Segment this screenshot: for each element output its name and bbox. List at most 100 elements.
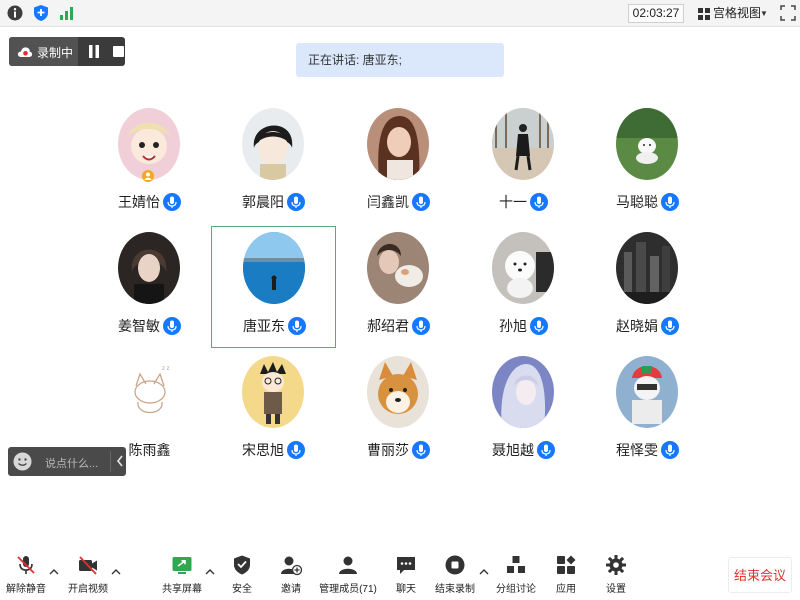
- participant-name-row: 曹丽莎: [336, 440, 461, 460]
- apps-label: 应用: [556, 584, 576, 595]
- gear-icon: [606, 555, 626, 575]
- chevron-left-icon[interactable]: [116, 455, 124, 467]
- participant-name: 陈雨鑫: [128, 442, 171, 458]
- chat-button[interactable]: 聊天: [386, 554, 426, 598]
- participant-tile[interactable]: 孙旭: [461, 230, 586, 352]
- chat-icon: [397, 557, 415, 574]
- avatar: [492, 232, 554, 304]
- mic-icon: [412, 193, 430, 211]
- manage-members-label: 管理成员(71): [319, 584, 377, 595]
- mic-icon: [661, 317, 679, 335]
- invite-button[interactable]: 邀请: [271, 554, 311, 598]
- cloud-record-icon: [17, 47, 33, 57]
- add-user-icon: [281, 556, 302, 576]
- breakout-icon: [507, 556, 525, 573]
- divider: [110, 451, 111, 472]
- chat-quick-input[interactable]: 说点什么...: [8, 447, 126, 476]
- end-meeting-button[interactable]: 结束会议: [728, 557, 792, 593]
- settings-label: 设置: [606, 584, 626, 595]
- share-screen-button[interactable]: 共享屏幕: [160, 554, 204, 598]
- security-button[interactable]: 安全: [222, 554, 262, 598]
- avatar: [367, 108, 429, 180]
- participant-name-row: 郭晨阳: [211, 192, 336, 212]
- mic-icon: [412, 317, 430, 335]
- avatar: [118, 232, 180, 304]
- mic-icon: [287, 441, 305, 459]
- participant-name: 郝绍君: [367, 318, 409, 334]
- participant-tile[interactable]: 赵晓娟: [585, 230, 710, 352]
- recording-status[interactable]: 录制中: [9, 37, 78, 66]
- participant-name-row: 闫鑫凯: [336, 192, 461, 212]
- pause-icon[interactable]: [88, 45, 100, 58]
- breakout-label: 分组讨论: [496, 584, 536, 595]
- avatar: [492, 356, 554, 428]
- chevron-down-icon: ▼: [760, 9, 768, 18]
- participant-name: 赵晓娟: [616, 318, 658, 334]
- stop-record-icon: [445, 555, 465, 575]
- apps-button[interactable]: 应用: [546, 554, 586, 598]
- share-screen-icon: [172, 557, 192, 574]
- participant-name: 姜智敏: [118, 318, 160, 334]
- participant-tile[interactable]: 姜智敏: [87, 230, 212, 352]
- chevron-up-icon[interactable]: [111, 568, 121, 576]
- participant-tile[interactable]: 马聪聪: [585, 106, 710, 228]
- participant-tile[interactable]: 聂旭越: [461, 354, 586, 476]
- participant-tile[interactable]: 郭晨阳: [211, 106, 336, 228]
- view-mode-dropdown[interactable]: 宫格视图 ▼: [693, 4, 773, 23]
- shield-icon[interactable]: [32, 4, 50, 22]
- invite-label: 邀请: [281, 584, 301, 595]
- participant-name-row: 姜智敏: [87, 316, 212, 336]
- participant-tile[interactable]: 闫鑫凯: [336, 106, 461, 228]
- meeting-timer: 02:03:27: [628, 4, 684, 23]
- chevron-up-icon[interactable]: [49, 568, 59, 576]
- apps-icon: [557, 555, 576, 574]
- participant-name: 聂旭越: [492, 442, 534, 458]
- participant-name: 郭晨阳: [242, 194, 284, 210]
- shield-icon: [234, 555, 250, 575]
- participant-tile[interactable]: 十一: [461, 106, 586, 228]
- breakout-rooms-button[interactable]: 分组讨论: [494, 554, 538, 598]
- participant-tile[interactable]: 程怿雯: [585, 354, 710, 476]
- avatar: [492, 108, 554, 180]
- mic-muted-icon: [17, 556, 35, 574]
- host-badge-icon: [142, 170, 154, 182]
- participant-name-row: 十一: [461, 192, 586, 212]
- participant-name-row: 唐亚东: [212, 316, 337, 336]
- participant-tile[interactable]: 郝绍君: [336, 230, 461, 352]
- participant-name-row: 聂旭越: [461, 440, 586, 460]
- participant-name-row: 宋思旭: [211, 440, 336, 460]
- avatar: [616, 108, 678, 180]
- manage-members-button[interactable]: 管理成员(71): [318, 554, 378, 598]
- svg-text:z z: z z: [162, 366, 170, 372]
- start-video-button[interactable]: 开启视频: [66, 554, 110, 598]
- grid-icon: [698, 8, 710, 20]
- chat-placeholder[interactable]: 说点什么...: [45, 455, 98, 471]
- chevron-up-icon[interactable]: [205, 568, 215, 576]
- info-icon[interactable]: [6, 4, 24, 22]
- participant-tile-active-speaker[interactable]: 唐亚东: [211, 226, 336, 348]
- stop-icon[interactable]: [113, 46, 124, 57]
- mic-icon: [163, 193, 181, 211]
- participant-tile[interactable]: 曹丽莎: [336, 354, 461, 476]
- signal-icon[interactable]: [58, 4, 76, 22]
- avatar: z z: [118, 356, 180, 428]
- fullscreen-icon[interactable]: [780, 5, 796, 21]
- participant-name: 十一: [499, 194, 527, 210]
- mic-icon: [288, 317, 306, 335]
- unmute-button[interactable]: 解除静音: [4, 554, 48, 598]
- mic-icon: [287, 193, 305, 211]
- settings-button[interactable]: 设置: [596, 554, 636, 598]
- top-bar: 02:03:27 宫格视图 ▼: [0, 0, 800, 27]
- avatar: [616, 356, 678, 428]
- participant-tile[interactable]: 宋思旭: [211, 354, 336, 476]
- chat-label: 聊天: [396, 584, 416, 595]
- emoji-icon[interactable]: [13, 452, 32, 471]
- chevron-up-icon[interactable]: [479, 568, 489, 576]
- end-recording-button[interactable]: 结束录制: [433, 554, 477, 598]
- participant-name-row: 赵晓娟: [585, 316, 710, 336]
- participant-tile[interactable]: 王婧怡: [87, 106, 212, 228]
- participant-name: 曹丽莎: [367, 442, 409, 458]
- view-mode-label: 宫格视图: [713, 6, 762, 20]
- mic-icon: [537, 441, 555, 459]
- active-speaker-banner: 正在讲话: 唐亚东;: [296, 43, 504, 77]
